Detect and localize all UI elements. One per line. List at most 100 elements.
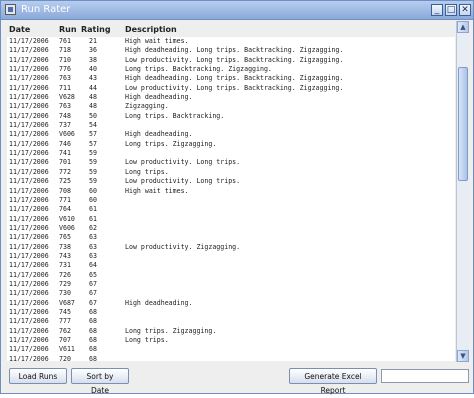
table-row[interactable]: 11/17/2006 764 61	[7, 205, 455, 214]
table-row[interactable]: 11/17/2006 718 36 High deadheading. Long tr…	[7, 46, 455, 55]
table-row[interactable]: 11/17/2006 729 67	[7, 280, 455, 289]
table-row[interactable]: 11/17/2006 743 63	[7, 252, 455, 261]
cell-description: High deadheading. Long trips. Backtracki…	[125, 46, 344, 55]
table-row[interactable]: 11/17/2006 711 44 Low productivity. Long tr…	[7, 84, 455, 93]
cell-run: 725	[59, 177, 71, 186]
runs-table[interactable]: 11/17/2006 761 21 High wait times. 11/17/200…	[7, 37, 455, 361]
scroll-up-arrow-icon[interactable]: ▲	[457, 21, 469, 33]
cell-description: High deadheading.	[125, 298, 193, 307]
cell-description: High deadheading.	[125, 93, 193, 102]
cell-description: Long trips. Backtracking. Zigzagging.	[125, 65, 272, 74]
cell-date: 11/17/2006	[9, 111, 49, 120]
cell-date: 11/17/2006	[9, 242, 49, 251]
cell-date: 11/17/2006	[9, 279, 49, 288]
table-row[interactable]: 11/17/2006 V628 48 High deadheading.	[7, 93, 455, 102]
cell-run: 745	[59, 307, 71, 316]
table-row[interactable]: 11/17/2006 V606 57 High deadheading.	[7, 130, 455, 139]
cell-rating: 64	[89, 261, 97, 270]
cell-date: 11/17/2006	[9, 55, 49, 64]
table-row[interactable]: 11/17/2006 730 67	[7, 289, 455, 298]
table-row[interactable]: 11/17/2006 701 59 Low productivity. Long tr…	[7, 158, 455, 167]
cell-rating: 68	[89, 317, 97, 326]
cell-rating: 61	[89, 205, 97, 214]
cell-run: 720	[59, 354, 71, 361]
table-row[interactable]: 11/17/2006 746 57 Long trips. Zigzagging.	[7, 140, 455, 149]
cell-run: V628	[59, 93, 75, 102]
table-row[interactable]: 11/17/2006 V611 68	[7, 345, 455, 354]
table-row[interactable]: 11/17/2006 720 68	[7, 355, 455, 361]
scroll-thumb[interactable]	[458, 67, 468, 181]
table-row[interactable]: 11/17/2006 765 63	[7, 233, 455, 242]
cell-date: 11/17/2006	[9, 261, 49, 270]
cell-date: 11/17/2006	[9, 223, 49, 232]
cell-run: 701	[59, 158, 71, 167]
cell-rating: 65	[89, 270, 97, 279]
cell-date: 11/17/2006	[9, 289, 49, 298]
table-row[interactable]: 11/17/2006 762 68 Long trips. Zigzagging.	[7, 327, 455, 336]
minimize-button[interactable]: _	[431, 4, 443, 16]
cell-run: 731	[59, 261, 71, 270]
cell-date: 11/17/2006	[9, 74, 49, 83]
title-bar[interactable]: Run Rater _ □ ✕	[1, 1, 473, 20]
cell-date: 11/17/2006	[9, 46, 49, 55]
table-row[interactable]: 11/17/2006 708 60 High wait times.	[7, 187, 455, 196]
table-row[interactable]: 11/17/2006 710 38 Low productivity. Long tr…	[7, 56, 455, 65]
cell-rating: 63	[89, 242, 97, 251]
column-header-run[interactable]: Run	[59, 25, 77, 34]
cell-description: Long trips. Backtracking.	[125, 111, 225, 120]
table-row[interactable]: 11/17/2006 771 60	[7, 196, 455, 205]
cell-rating: 68	[89, 354, 97, 361]
sort-by-date-button[interactable]: Sort by Date	[71, 368, 129, 395]
table-row[interactable]: 11/17/2006 748 50 Long trips. Backtracking.	[7, 112, 455, 121]
run-rater-window: Run Rater _ □ ✕ Date Run Rating Descript…	[0, 0, 474, 395]
vertical-scrollbar[interactable]: ▲ ▼	[456, 21, 469, 362]
cell-description: High wait times.	[125, 37, 189, 45]
cell-rating: 63	[89, 233, 97, 242]
table-row[interactable]: 11/17/2006 772 59 Long trips.	[7, 168, 455, 177]
cell-rating: 67	[89, 289, 97, 298]
table-row[interactable]: 11/17/2006 761 21 High wait times.	[7, 37, 455, 46]
cell-description: Long trips.	[125, 336, 169, 344]
table-row[interactable]: 11/17/2006 763 43 High deadheading. Long tr…	[7, 74, 455, 83]
generate-excel-report-button[interactable]: Generate Excel Report	[289, 368, 377, 395]
report-text-field[interactable]	[381, 369, 469, 383]
table-row[interactable]: 11/17/2006 726 65	[7, 271, 455, 280]
maximize-button[interactable]: □	[445, 4, 457, 16]
cell-run: 748	[59, 111, 71, 120]
cell-rating: 50	[89, 111, 97, 120]
column-header-rating[interactable]: Rating	[81, 25, 111, 34]
cell-run: 763	[59, 74, 71, 83]
table-row[interactable]: 11/17/2006 731 64	[7, 261, 455, 270]
table-row[interactable]: 11/17/2006 777 68	[7, 317, 455, 326]
cell-date: 11/17/2006	[9, 167, 49, 176]
cell-rating: 36	[89, 46, 97, 55]
cell-rating: 57	[89, 139, 97, 148]
table-row[interactable]: 11/17/2006 776 40 Long trips. Backtracking.…	[7, 65, 455, 74]
load-runs-button[interactable]: Load Runs	[9, 368, 67, 384]
cell-run: 764	[59, 205, 71, 214]
table-row[interactable]: 11/17/2006 741 59	[7, 149, 455, 158]
table-row[interactable]: 11/17/2006 V610 61	[7, 215, 455, 224]
table-row[interactable]: 11/17/2006 V606 62	[7, 224, 455, 233]
cell-description: Low productivity. Zigzagging.	[125, 242, 241, 251]
close-button[interactable]: ✕	[459, 4, 471, 16]
table-header: Date Run Rating Description	[7, 23, 455, 37]
table-row[interactable]: 11/17/2006 725 59 Low productivity. Long tr…	[7, 177, 455, 186]
cell-run: V611	[59, 345, 75, 354]
table-row[interactable]: 11/17/2006 763 48 Zigzagging.	[7, 102, 455, 111]
cell-date: 11/17/2006	[9, 345, 49, 354]
column-header-date[interactable]: Date	[9, 25, 30, 34]
cell-run: V606	[59, 223, 75, 232]
scroll-down-arrow-icon[interactable]: ▼	[457, 350, 469, 362]
table-row[interactable]: 11/17/2006 738 63 Low productivity. Zigzagg…	[7, 243, 455, 252]
cell-run: 738	[59, 242, 71, 251]
cell-run: 711	[59, 83, 71, 92]
cell-date: 11/17/2006	[9, 130, 49, 139]
table-row[interactable]: 11/17/2006 745 68	[7, 308, 455, 317]
cell-rating: 21	[89, 37, 97, 45]
table-row[interactable]: 11/17/2006 737 54	[7, 121, 455, 130]
cell-rating: 63	[89, 251, 97, 260]
table-row[interactable]: 11/17/2006 707 68 Long trips.	[7, 336, 455, 345]
column-header-description[interactable]: Description	[125, 25, 177, 34]
table-row[interactable]: 11/17/2006 V687 67 High deadheading.	[7, 299, 455, 308]
